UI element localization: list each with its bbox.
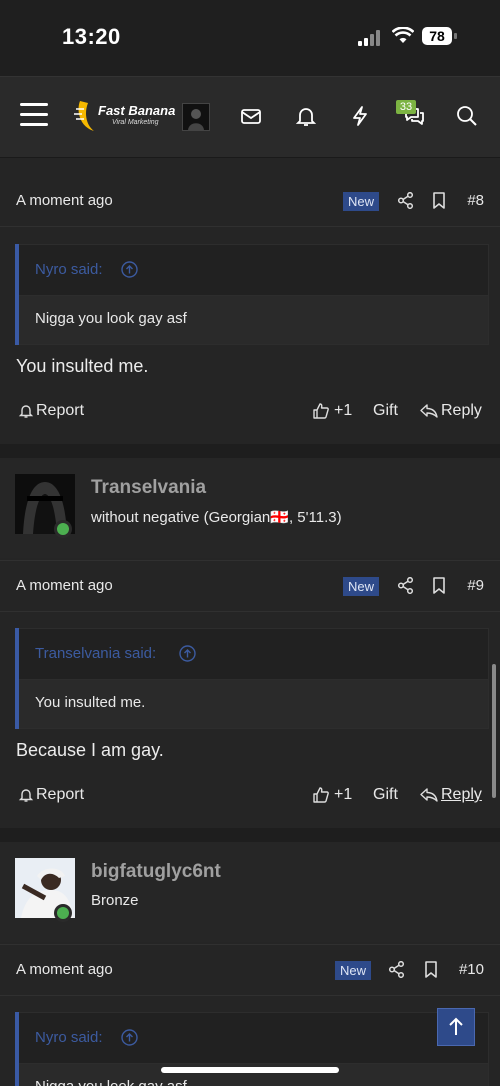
bookmark-icon[interactable] — [432, 192, 446, 209]
report-button[interactable]: Report — [18, 402, 84, 420]
bell-icon[interactable] — [295, 105, 317, 127]
bell-icon — [18, 789, 34, 802]
like-button[interactable]: +1 — [312, 402, 352, 420]
quote-block: Nyro said: Nigga you look gay asf — [15, 1012, 489, 1086]
username[interactable]: Transelvania — [91, 477, 206, 499]
reply-button[interactable]: Reply — [420, 786, 482, 804]
inbox-icon[interactable] — [240, 105, 262, 127]
quote-block: Nyro said: Nigga you look gay asf — [15, 244, 489, 345]
reply-label: Reply — [441, 402, 482, 419]
bolt-icon[interactable] — [349, 105, 371, 127]
thumbs-up-icon — [313, 403, 329, 419]
user-block: bigfatuglyc6nt Bronze — [0, 842, 500, 942]
like-button[interactable]: +1 — [312, 786, 352, 804]
reply-icon — [420, 404, 438, 418]
user-title: without negative (Georgian🇬🇪, 5'11.3) — [91, 509, 342, 526]
logo-tagline: Viral Marketing — [112, 119, 159, 126]
quote-content: Nigga you look gay asf — [19, 296, 489, 345]
share-icon[interactable] — [397, 577, 414, 594]
quote-author[interactable]: Nyro said: — [35, 1029, 103, 1046]
status-bar: 13:20 78 — [0, 0, 500, 76]
gift-button[interactable]: Gift — [373, 402, 398, 420]
like-count: +1 — [334, 786, 353, 803]
post-actions: Report +1 Gift Reply — [0, 776, 500, 816]
reply-label: Reply — [441, 786, 482, 803]
report-label: Report — [36, 786, 85, 803]
post-meta: A moment ago New #10 — [0, 944, 500, 996]
quote-content: You insulted me. — [19, 680, 489, 729]
post-separator — [0, 828, 500, 842]
home-indicator[interactable] — [161, 1067, 339, 1073]
post-separator — [0, 444, 500, 458]
username[interactable]: bigfatuglyc6nt — [91, 861, 221, 883]
post-time[interactable]: A moment ago — [16, 577, 113, 594]
battery-indicator: 78 — [422, 27, 452, 45]
user-block: Transelvania without negative (Georgian🇬… — [0, 458, 500, 558]
post-time[interactable]: A moment ago — [16, 192, 113, 209]
gift-button[interactable]: Gift — [373, 786, 398, 804]
quote-author[interactable]: Transelvania said: — [35, 645, 156, 662]
quote-header: Nyro said: — [19, 1012, 489, 1064]
reply-button[interactable]: Reply — [420, 402, 482, 420]
clock: 13:20 — [62, 24, 121, 49]
new-badge: New — [335, 961, 372, 980]
arrow-up-icon — [449, 1017, 463, 1035]
like-count: +1 — [334, 402, 353, 419]
quote-block: Transelvania said: You insulted me. — [15, 628, 489, 729]
wifi-icon — [392, 27, 414, 43]
online-indicator — [54, 520, 72, 538]
quote-header: Transelvania said: — [19, 628, 489, 680]
post-message: You insulted me. — [16, 356, 149, 376]
site-logo[interactable]: Fast Banana Viral Marketing — [74, 99, 176, 135]
new-badge: New — [343, 577, 380, 596]
report-label: Report — [36, 402, 85, 419]
arrow-up-circle-icon[interactable] — [179, 645, 196, 662]
menu-icon[interactable] — [20, 103, 48, 127]
user-avatar[interactable] — [182, 103, 210, 131]
bookmark-icon[interactable] — [432, 577, 446, 594]
conversations-badge: 33 — [396, 100, 416, 114]
post-number[interactable]: #10 — [459, 961, 484, 978]
arrow-up-circle-icon[interactable] — [121, 261, 138, 278]
post-number[interactable]: #9 — [467, 577, 484, 594]
quote-text: Nigga you look gay asf — [35, 1078, 187, 1086]
quote-text: You insulted me. — [35, 694, 146, 711]
quote-header: Nyro said: — [19, 244, 489, 296]
bookmark-icon[interactable] — [424, 961, 438, 978]
thumbs-up-icon — [313, 787, 329, 803]
top-navbar: Fast Banana Viral Marketing — [0, 76, 500, 158]
post-number[interactable]: #8 — [467, 192, 484, 209]
battery-tip — [454, 33, 457, 39]
bell-icon — [18, 405, 34, 418]
reply-icon — [420, 788, 438, 802]
scrollbar[interactable] — [492, 664, 496, 798]
quote-author[interactable]: Nyro said: — [35, 261, 103, 278]
share-icon[interactable] — [388, 961, 405, 978]
post-time[interactable]: A moment ago — [16, 961, 113, 978]
post-meta: A moment ago New #9 — [0, 560, 500, 612]
report-button[interactable]: Report — [18, 786, 84, 804]
share-icon[interactable] — [397, 192, 414, 209]
user-title: Bronze — [91, 892, 139, 909]
online-indicator — [54, 904, 72, 922]
scroll-to-top-button[interactable] — [437, 1008, 475, 1046]
quote-text: Nigga you look gay asf — [35, 310, 187, 327]
new-badge: New — [343, 192, 380, 211]
signal-icon — [358, 30, 384, 46]
post-meta: A moment ago New #8 — [0, 176, 500, 227]
arrow-up-circle-icon[interactable] — [121, 1029, 138, 1046]
post-actions: Report +1 Gift Reply — [0, 392, 500, 432]
search-icon[interactable] — [456, 105, 478, 127]
post-message: Because I am gay. — [16, 740, 164, 760]
logo-name: Fast Banana — [98, 103, 176, 118]
